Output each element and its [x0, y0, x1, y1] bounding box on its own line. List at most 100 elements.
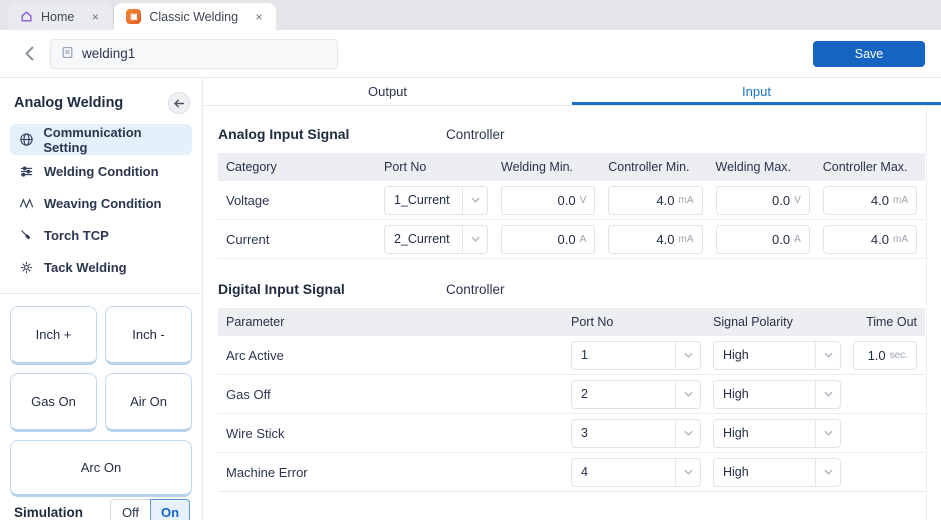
controller-max-input[interactable]: 4.0mA	[823, 186, 917, 215]
jog-button-grid: Inch + Inch - Gas On Air On Arc On	[10, 306, 192, 497]
window-tab-bar: Home × ▣ Classic Welding ×	[0, 0, 941, 30]
analog-section-subtitle: Controller	[446, 127, 505, 142]
inch-minus-button[interactable]: Inch -	[105, 306, 192, 365]
sidebar-item-label: Tack Welding	[44, 260, 127, 275]
torch-icon	[18, 228, 35, 243]
polarity-select[interactable]: High	[713, 458, 841, 487]
polarity-select[interactable]: High	[713, 419, 841, 448]
controller-min-input[interactable]: 4.0mA	[608, 186, 702, 215]
chevron-down-icon	[462, 187, 487, 214]
tab-home[interactable]: Home ×	[8, 3, 112, 30]
home-icon	[20, 10, 33, 23]
chevron-down-icon	[675, 420, 700, 447]
column-header: Port No	[384, 160, 488, 174]
port-select[interactable]: 2_Current	[384, 225, 488, 254]
sidebar-item-label: Weaving Condition	[44, 196, 161, 211]
scrollbar-track[interactable]	[926, 106, 927, 520]
sidebar-item-label: Communication Setting	[43, 125, 184, 155]
port-select[interactable]: 4	[571, 458, 701, 487]
digital-table-header: Parameter Port No Signal Polarity Time O…	[218, 308, 925, 336]
analog-table-header: Category Port No Welding Min. Controller…	[218, 153, 925, 181]
digital-section-header: Digital Input Signal Controller	[218, 281, 925, 297]
close-icon[interactable]: ×	[88, 10, 102, 24]
parameter-label: Arc Active	[226, 348, 366, 363]
gas-on-button[interactable]: Gas On	[10, 373, 97, 432]
column-header: Signal Polarity	[713, 315, 841, 329]
simulation-row: Simulation Off On	[10, 497, 192, 520]
welding-min-input[interactable]: 0.0V	[501, 186, 595, 215]
simulation-on-button[interactable]: On	[150, 499, 190, 520]
table-row: Current 2_Current 0.0A 4.0mA 0.0A 4.0mA	[218, 220, 925, 259]
sidebar-item-label: Welding Condition	[44, 164, 159, 179]
controller-min-input[interactable]: 4.0mA	[608, 225, 702, 254]
save-button[interactable]: Save	[813, 41, 925, 67]
simulation-toggle-group: Off On	[110, 499, 190, 520]
column-header: Welding Min.	[501, 160, 595, 174]
port-select[interactable]: 1	[571, 341, 701, 370]
digital-section-title: Digital Input Signal	[218, 281, 446, 297]
digital-section-subtitle: Controller	[446, 282, 505, 297]
tab-classic-welding-label: Classic Welding	[149, 10, 238, 24]
port-select[interactable]: 1_Current	[384, 186, 488, 215]
column-header: Welding Max.	[716, 160, 810, 174]
tack-icon	[18, 260, 35, 275]
program-name-input[interactable]: welding1	[50, 39, 338, 69]
arc-on-button[interactable]: Arc On	[10, 440, 192, 497]
sidebar: Analog Welding Communication Setting Wel…	[0, 78, 203, 520]
sidebar-divider	[0, 293, 202, 294]
chevron-down-icon	[675, 381, 700, 408]
program-name-value: welding1	[82, 46, 135, 61]
tab-input[interactable]: Input	[572, 78, 941, 105]
welding-max-input[interactable]: 0.0V	[716, 186, 810, 215]
table-row: Machine Error 4 High	[218, 453, 925, 492]
column-header: Category	[226, 160, 371, 174]
welding-max-input[interactable]: 0.0A	[716, 225, 810, 254]
simulation-label: Simulation	[14, 505, 83, 520]
main-content: Output Input Analog Input Signal Control…	[203, 78, 941, 520]
welding-app-icon: ▣	[126, 9, 141, 24]
simulation-off-button[interactable]: Off	[110, 499, 150, 520]
polarity-select[interactable]: High	[713, 341, 841, 370]
table-row: Arc Active 1 High 1.0sec.	[218, 336, 925, 375]
controller-max-input[interactable]: 4.0mA	[823, 225, 917, 254]
category-label: Voltage	[226, 193, 371, 208]
analog-section-title: Analog Input Signal	[218, 126, 446, 142]
sidebar-item-label: Torch TCP	[44, 228, 109, 243]
back-button[interactable]	[16, 41, 42, 67]
sidebar-item-torch-tcp[interactable]: Torch TCP	[10, 220, 192, 251]
io-tabs: Output Input	[203, 78, 941, 106]
polarity-select[interactable]: High	[713, 380, 841, 409]
table-row: Wire Stick 3 High	[218, 414, 925, 453]
parameter-label: Machine Error	[226, 465, 366, 480]
sidebar-item-communication-setting[interactable]: Communication Setting	[10, 124, 192, 155]
column-header: Controller Min.	[608, 160, 702, 174]
column-header: Port No	[571, 315, 701, 329]
air-on-button[interactable]: Air On	[105, 373, 192, 432]
sidebar-title: Analog Welding	[14, 95, 123, 111]
sliders-icon	[18, 164, 35, 179]
sidebar-item-weaving-condition[interactable]: Weaving Condition	[10, 188, 192, 219]
port-select[interactable]: 2	[571, 380, 701, 409]
table-row: Gas Off 2 High	[218, 375, 925, 414]
chevron-down-icon	[675, 459, 700, 486]
chevron-down-icon	[815, 420, 840, 447]
chevron-down-icon	[675, 342, 700, 369]
sidebar-item-welding-condition[interactable]: Welding Condition	[10, 156, 192, 187]
collapse-sidebar-button[interactable]	[168, 92, 190, 114]
port-select[interactable]: 3	[571, 419, 701, 448]
sidebar-item-tack-welding[interactable]: Tack Welding	[10, 252, 192, 283]
column-header: Controller Max.	[823, 160, 917, 174]
category-label: Current	[226, 232, 371, 247]
document-icon	[61, 46, 74, 62]
globe-icon	[18, 132, 34, 147]
chevron-down-icon	[815, 342, 840, 369]
timeout-input[interactable]: 1.0sec.	[853, 341, 917, 370]
toolbar: welding1 Save	[0, 30, 941, 78]
welding-min-input[interactable]: 0.0A	[501, 225, 595, 254]
tab-output[interactable]: Output	[203, 78, 572, 105]
chevron-down-icon	[462, 226, 487, 253]
tab-home-label: Home	[41, 10, 74, 24]
inch-plus-button[interactable]: Inch +	[10, 306, 97, 365]
close-icon[interactable]: ×	[252, 10, 266, 24]
tab-classic-welding[interactable]: ▣ Classic Welding ×	[114, 3, 276, 30]
